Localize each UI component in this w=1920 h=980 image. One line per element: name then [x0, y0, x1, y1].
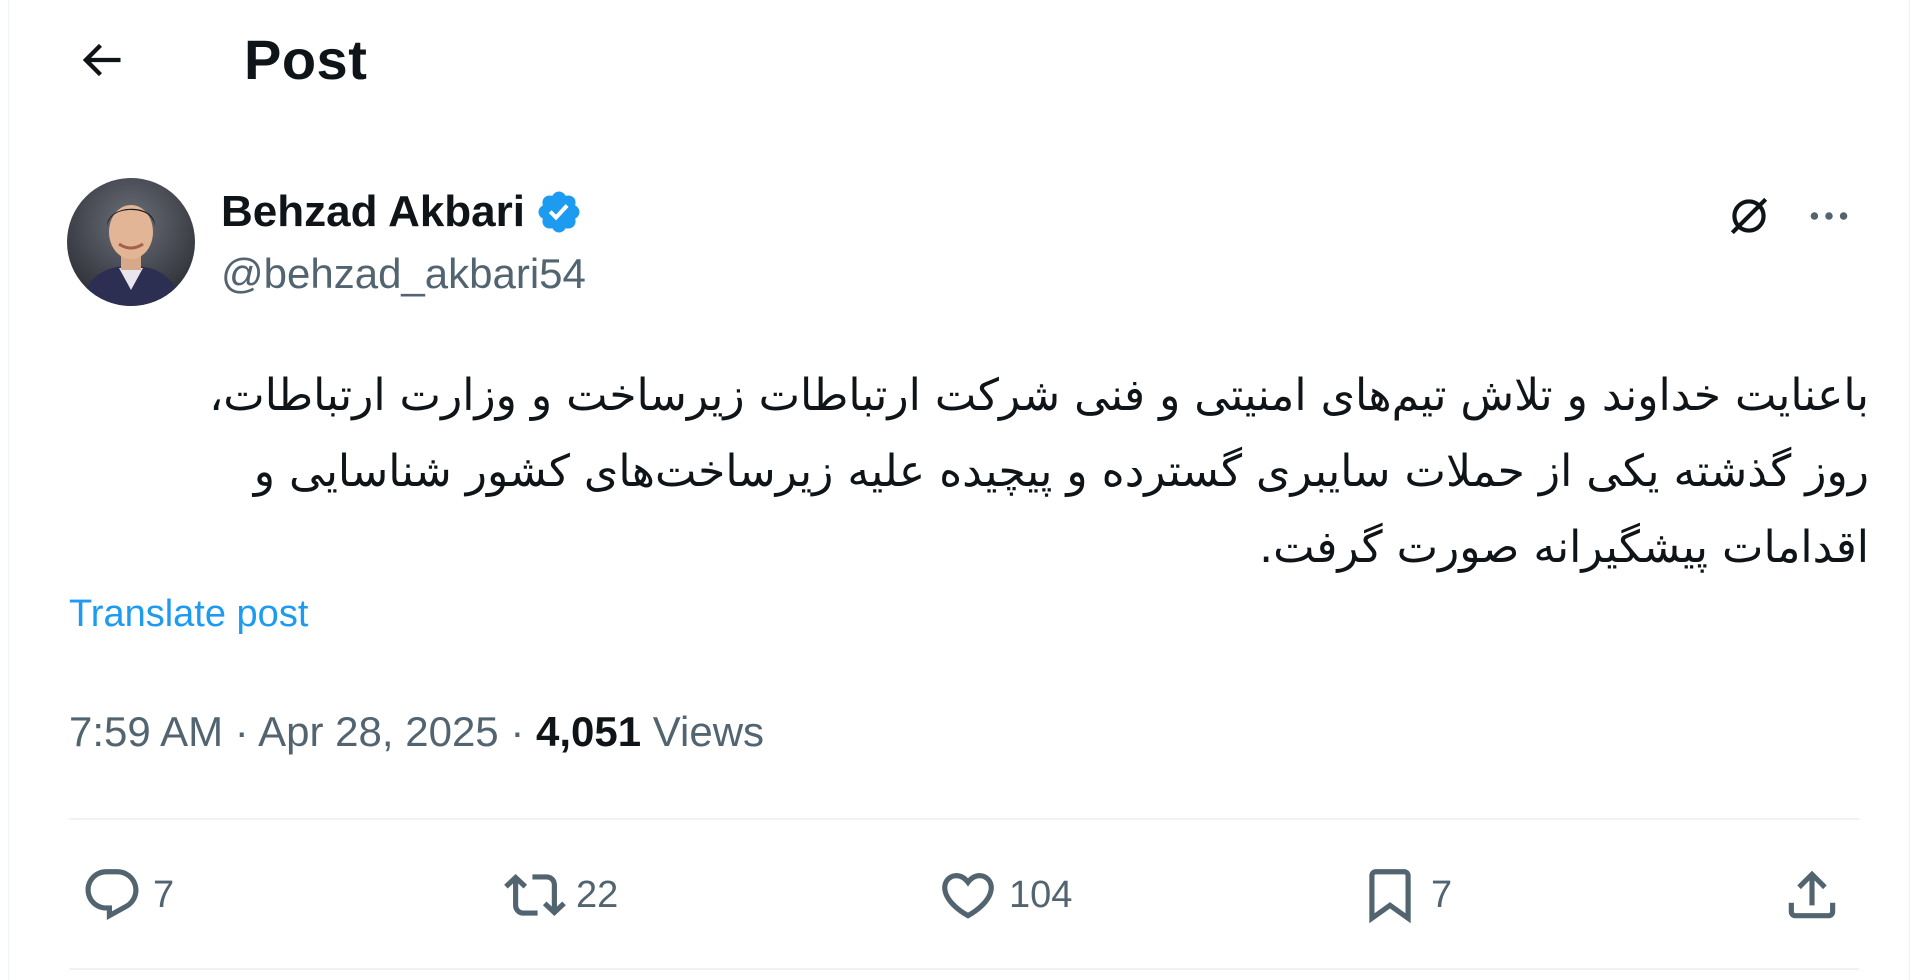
repost-count: 22 [576, 874, 619, 916]
profile-photo [67, 178, 195, 306]
bookmark-icon [1369, 869, 1411, 924]
like-count: 104 [1009, 874, 1073, 916]
grok-button[interactable] [1719, 186, 1779, 246]
post-date: Apr 28, 2025 [258, 708, 499, 755]
repost-button[interactable]: 22 [504, 855, 618, 935]
divider [69, 968, 1859, 970]
more-horizontal-icon [1810, 212, 1848, 220]
repost-icon [504, 874, 566, 916]
post-timestamp[interactable]: 7:59 AM · Apr 28, 2025 [69, 708, 499, 755]
post-text: باعنایت خداوند و تلاش تیم‌های امنیتی و ف… [209, 370, 1869, 573]
arrow-left-icon [82, 43, 121, 77]
like-button[interactable]: 104 [937, 855, 1072, 935]
grok-icon [1730, 197, 1768, 235]
back-button[interactable] [61, 22, 141, 98]
bookmark-count: 7 [1431, 874, 1453, 916]
more-options-button[interactable] [1799, 186, 1859, 246]
reply-icon [85, 869, 139, 921]
page-title: Post [244, 28, 368, 91]
post-page: Post Behzad Akbari @behzad_akbari54 باعن… [8, 0, 1910, 980]
page-header: Post [9, 0, 1909, 120]
share-icon [1788, 870, 1836, 919]
author-handle[interactable]: @behzad_akbari54 [221, 248, 586, 300]
views-count: 4,051 [536, 708, 642, 755]
views-link[interactable]: 4,051 Views [536, 708, 764, 755]
bookmark-button[interactable]: 7 [1359, 855, 1452, 935]
views-label: Views [652, 708, 765, 755]
verified-badge-icon [538, 191, 580, 233]
separator-dot: · [510, 708, 525, 755]
share-button[interactable] [1781, 855, 1843, 935]
divider [69, 818, 1859, 820]
heart-icon [942, 873, 994, 919]
post-actions: 7 22 104 7 [69, 855, 1859, 935]
reply-count: 7 [153, 874, 175, 916]
author-name[interactable]: Behzad Akbari [221, 186, 583, 238]
post-metadata: 7:59 AM · Apr 28, 2025 · 4,051 Views [69, 706, 764, 758]
author-name-label: Behzad Akbari [221, 187, 526, 236]
separator-dot: · [234, 708, 249, 755]
post-time: 7:59 AM [69, 708, 224, 755]
reply-button[interactable]: 7 [81, 855, 174, 935]
translate-post-link[interactable]: Translate post [69, 590, 308, 638]
avatar[interactable] [67, 178, 195, 306]
